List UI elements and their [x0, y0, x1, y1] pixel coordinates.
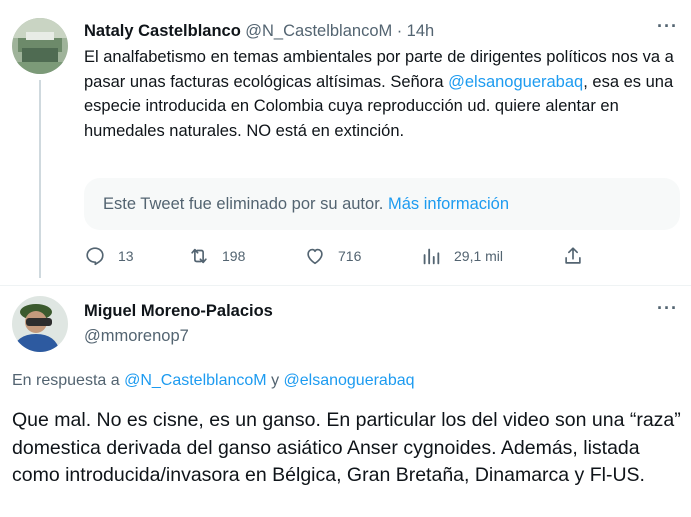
reply-mention-1[interactable]: @N_CastelblancoM — [124, 372, 267, 389]
author-name[interactable]: Miguel Moreno-Palacios — [84, 302, 273, 321]
like-count: 716 — [338, 248, 362, 264]
tweet1-action-bar: 13 198 716 29,1 mil — [84, 245, 684, 271]
reply-mention-2[interactable]: @elsanoguerabaq — [284, 372, 415, 389]
avatar-nataly[interactable] — [12, 18, 68, 74]
more-options-icon[interactable]: ··· — [657, 298, 678, 319]
views-icon — [423, 248, 440, 265]
tweet2-text: Que mal. No es cisne, es un ganso. En pa… — [12, 409, 681, 486]
avatar-miguel[interactable] — [12, 296, 68, 352]
retweet-button[interactable]: 198 — [188, 245, 245, 267]
mention-link[interactable]: @elsanoguerabaq — [448, 73, 583, 91]
author-handle[interactable]: @mmorenop7 — [84, 327, 189, 346]
views-button[interactable]: 29,1 mil — [420, 245, 503, 267]
retweet-icon — [191, 248, 207, 264]
reply-icon — [86, 247, 104, 266]
reply-button[interactable]: 13 — [84, 245, 134, 267]
reply-count: 13 — [118, 248, 134, 264]
retweet-count: 198 — [222, 248, 246, 264]
author-name-text: Miguel Moreno-Palacios — [84, 302, 273, 320]
thread-line — [39, 80, 41, 278]
reply-context: En respuesta a @N_CastelblancoM y @elsan… — [12, 372, 415, 390]
separator-dot: · — [396, 22, 403, 40]
tweet1-text: El analfabetismo en temas ambientales po… — [84, 45, 684, 143]
author-name[interactable]: Nataly Castelblanco — [84, 22, 241, 40]
tweet-divider — [0, 285, 691, 286]
reply-prefix: En respuesta a — [12, 372, 120, 389]
tweet-time[interactable]: 14h — [407, 22, 435, 40]
like-button[interactable]: 716 — [304, 245, 361, 267]
quoted-tweet-deleted: Este Tweet fue eliminado por su autor. M… — [84, 178, 680, 230]
heart-icon — [307, 248, 323, 265]
more-options-icon[interactable]: ··· — [657, 16, 678, 37]
views-count: 29,1 mil — [454, 248, 504, 264]
share-button[interactable] — [562, 245, 596, 267]
reply-conjunction: y — [271, 372, 280, 389]
more-info-link[interactable]: Más información — [388, 195, 509, 213]
share-icon — [565, 247, 581, 264]
author-handle[interactable]: @N_CastelblancoM — [245, 22, 392, 40]
tweet1-header: Nataly Castelblanco @N_CastelblancoM · 1… — [84, 22, 434, 41]
deleted-notice: Este Tweet fue eliminado por su autor. — [103, 195, 384, 213]
